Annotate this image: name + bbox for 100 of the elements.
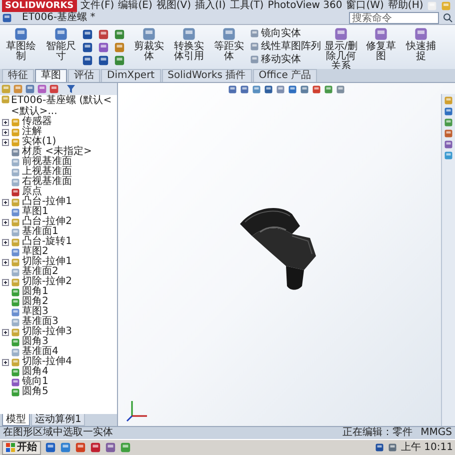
ribbon-button[interactable]: 转换实体引用 xyxy=(170,27,208,62)
tree-item[interactable]: 基准面4 xyxy=(2,347,117,357)
expand-plus-icon[interactable] xyxy=(2,198,9,206)
expand-plus-icon[interactable] xyxy=(2,358,9,366)
tool-icon xyxy=(14,27,28,41)
view-tool-icon xyxy=(264,85,273,94)
tool-icon xyxy=(374,27,388,41)
tree-item[interactable]: 切除-拉伸2 xyxy=(2,277,117,287)
tree-item[interactable]: 凸台-拉伸2 xyxy=(2,217,117,227)
tree-item[interactable]: 基准面1 xyxy=(2,227,117,237)
tree-item[interactable]: 凸台-拉伸1 xyxy=(2,197,117,207)
units-status[interactable]: MMGS xyxy=(420,427,452,439)
ribbon-button[interactable]: 快速捕捉 xyxy=(402,27,440,62)
sketch-tool-icon xyxy=(114,42,125,53)
ribbon-tab[interactable]: 草图 xyxy=(35,69,67,82)
view-tool-icon xyxy=(300,85,309,94)
tool-icon xyxy=(250,55,259,64)
tool-icon xyxy=(334,27,348,41)
tree-item[interactable]: 草图3 xyxy=(2,307,117,317)
menu-item[interactable]: 视图(V) xyxy=(156,0,191,12)
search-field[interactable]: 搜索命令 xyxy=(349,12,439,24)
sketch-tool-icon xyxy=(98,29,109,40)
sketch-tool-icon xyxy=(82,42,93,53)
menu-item[interactable]: 编辑(E) xyxy=(118,0,152,12)
tree-item[interactable]: 基准面3 xyxy=(2,317,117,327)
expand-plus-icon[interactable] xyxy=(2,128,9,136)
view-tool-icon xyxy=(276,85,285,94)
tool-icon xyxy=(222,27,236,41)
menu-item[interactable]: 工具(T) xyxy=(230,0,264,12)
tree-item[interactable]: 传感器 xyxy=(2,117,117,127)
task-pane-icon xyxy=(444,107,453,116)
task-pane-icon xyxy=(444,118,453,127)
expand-plus-icon[interactable] xyxy=(2,258,9,266)
tree-item[interactable]: 切除-拉伸4 xyxy=(2,357,117,367)
ribbon-tab[interactable]: SolidWorks 插件 xyxy=(162,69,252,82)
tool-icon xyxy=(54,27,68,41)
model-tab[interactable]: 模型 xyxy=(2,414,30,426)
task-pane-icon xyxy=(444,140,453,149)
ribbon-tab[interactable]: 特征 xyxy=(2,69,34,82)
ribbon-button[interactable]: 剪裁实体 xyxy=(130,27,168,62)
ribbon-small-button[interactable]: 移动实体 xyxy=(250,53,320,66)
ribbon-tab[interactable]: 评估 xyxy=(68,69,100,82)
clock: 上午 10:11 xyxy=(401,440,453,455)
axis-triad-drawing xyxy=(126,398,150,422)
tool-icon xyxy=(182,27,196,41)
ribbon-button[interactable]: 等距实体 xyxy=(210,27,248,62)
tree-item[interactable]: 圆角3 xyxy=(2,337,117,347)
view-tool-icon xyxy=(228,85,237,94)
tree-item[interactable]: 草图1 xyxy=(2,207,117,217)
tree-item[interactable]: 圆角4 xyxy=(2,367,117,377)
task-pane-icon xyxy=(444,129,453,138)
view-tool-icon xyxy=(252,85,261,94)
model-tab[interactable]: 运动算例1 xyxy=(31,414,86,426)
menu-item[interactable]: PhotoView 360 xyxy=(268,0,342,12)
tree-item[interactable]: 材质 <未指定> xyxy=(2,147,117,157)
tree-item[interactable]: 上视基准面 xyxy=(2,167,117,177)
tree-item[interactable]: 凸台-旋转1 xyxy=(2,237,117,247)
expand-plus-icon[interactable] xyxy=(2,278,9,286)
start-button[interactable]: 开始 xyxy=(2,440,41,454)
sketch-tool-icon xyxy=(82,29,93,40)
menu-item[interactable]: 帮助(H) xyxy=(388,0,424,12)
tree-item[interactable]: 圆角1 xyxy=(2,287,117,297)
tree-item[interactable]: 圆角2 xyxy=(2,297,117,307)
tree-item[interactable]: 原点 xyxy=(2,187,117,197)
tree-item[interactable]: 前视基准面 xyxy=(2,157,117,167)
sketch-tool-icon xyxy=(98,42,109,53)
ribbon-button[interactable]: 草图绘制 xyxy=(2,27,40,62)
ribbon-tab[interactable]: Office 产品 xyxy=(252,69,318,82)
tree-item[interactable]: 实体(1) xyxy=(2,137,117,147)
tool-icon xyxy=(250,29,259,38)
task-pane-icon xyxy=(444,96,453,105)
view-tool-icon xyxy=(324,85,333,94)
tree-item[interactable]: 注解 xyxy=(2,127,117,137)
ribbon-button[interactable]: 修复草图 xyxy=(362,27,400,62)
tree-item[interactable]: 右视基准面 xyxy=(2,177,117,187)
ribbon-small-button[interactable]: 线性草图阵列 xyxy=(250,40,320,53)
expand-plus-icon[interactable] xyxy=(2,138,9,146)
tool-icon xyxy=(414,27,428,41)
search-icon[interactable] xyxy=(443,13,453,23)
ribbon-button[interactable]: 智能尺寸 xyxy=(42,27,80,62)
tree-item[interactable]: 草图2 xyxy=(2,247,117,257)
tree-item[interactable]: 基准面2 xyxy=(2,267,117,277)
ribbon-small-button[interactable]: 镜向实体 xyxy=(250,27,320,40)
expand-plus-icon[interactable] xyxy=(2,118,9,126)
tree-item[interactable]: 镜向1 xyxy=(2,377,117,387)
tree-item[interactable]: 切除-拉伸3 xyxy=(2,327,117,337)
tool-icon xyxy=(250,42,259,51)
expand-plus-icon[interactable] xyxy=(2,218,9,226)
filter-icon[interactable] xyxy=(67,85,75,93)
tool-icon xyxy=(142,27,156,41)
window-title: ET006-基座螺 * xyxy=(22,12,96,24)
menu-item[interactable]: 插入(I) xyxy=(195,0,226,12)
expand-plus-icon[interactable] xyxy=(2,328,9,336)
tree-root-label[interactable]: ET006-基座螺 (默认<<默认>... xyxy=(11,95,117,117)
task-pane-icon xyxy=(444,151,453,160)
view-tool-icon xyxy=(288,85,297,94)
expand-plus-icon[interactable] xyxy=(2,238,9,246)
tree-item[interactable]: 切除-拉伸1 xyxy=(2,257,117,267)
tree-item[interactable]: 圆角5 xyxy=(2,387,117,397)
ribbon-tab[interactable]: DimXpert xyxy=(101,69,161,82)
